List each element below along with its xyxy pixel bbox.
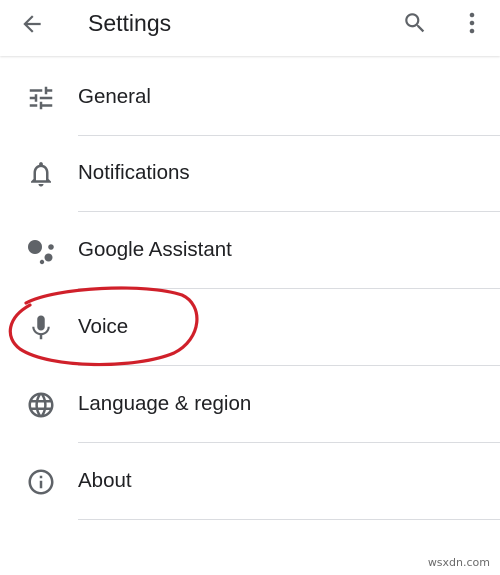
settings-item-about[interactable]: About <box>0 443 500 520</box>
more-vert-icon[interactable] <box>468 10 476 36</box>
settings-item-notifications[interactable]: Notifications <box>0 135 500 212</box>
settings-item-general[interactable]: General <box>0 59 500 136</box>
assistant-icon <box>26 236 56 266</box>
settings-item-voice[interactable]: Voice <box>0 289 500 366</box>
settings-item-label: Language & region <box>78 392 252 415</box>
mic-icon <box>26 313 56 343</box>
app-bar: Settings <box>0 0 500 56</box>
arrow-back-icon[interactable] <box>19 11 45 37</box>
watermark: wsxdn.com <box>427 556 490 569</box>
info-icon <box>26 467 56 497</box>
settings-item-label: General <box>78 85 151 108</box>
settings-item-label: Google Assistant <box>78 238 232 261</box>
bell-icon <box>26 159 56 189</box>
divider <box>78 519 500 520</box>
settings-item-label: About <box>78 469 132 492</box>
settings-item-language-region[interactable]: Language & region <box>0 366 500 443</box>
page-title: Settings <box>88 10 172 36</box>
settings-item-google-assistant[interactable]: Google Assistant <box>0 212 500 289</box>
search-icon[interactable] <box>402 10 428 36</box>
globe-icon <box>26 390 56 420</box>
settings-item-label: Notifications <box>78 161 190 184</box>
tune-icon <box>26 83 56 113</box>
settings-item-label: Voice <box>78 315 129 338</box>
